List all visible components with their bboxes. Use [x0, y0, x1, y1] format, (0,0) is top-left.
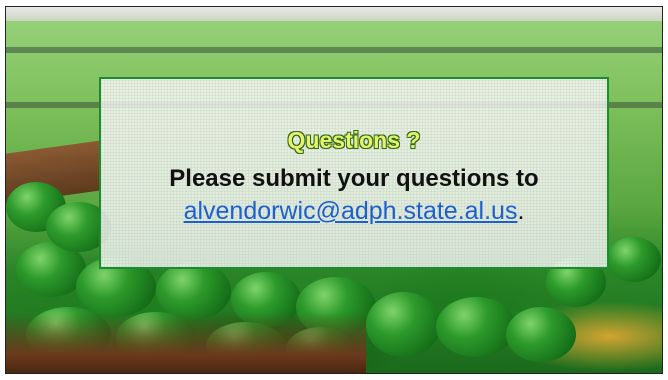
email-line: alvendorwic@adph.state.al.us. [101, 197, 607, 226]
store-lights [6, 7, 662, 21]
pepper-image [606, 237, 661, 282]
email-link[interactable]: alvendorwic@adph.state.al.us [184, 197, 518, 225]
pepper-image [506, 307, 576, 362]
pepper-image [156, 262, 231, 320]
questions-title: Questions ? [287, 127, 421, 153]
pepper-image [366, 292, 441, 357]
email-period: . [517, 197, 525, 225]
questions-panel: Questions ? Please submit your questions… [99, 77, 609, 269]
slide: Questions ? Please submit your questions… [5, 6, 663, 374]
questions-instructions: Please submit your questions to [169, 165, 539, 192]
produce-shelf-top [6, 47, 662, 53]
pepper-image [436, 297, 516, 357]
wooden-crate-bottom [6, 313, 366, 373]
